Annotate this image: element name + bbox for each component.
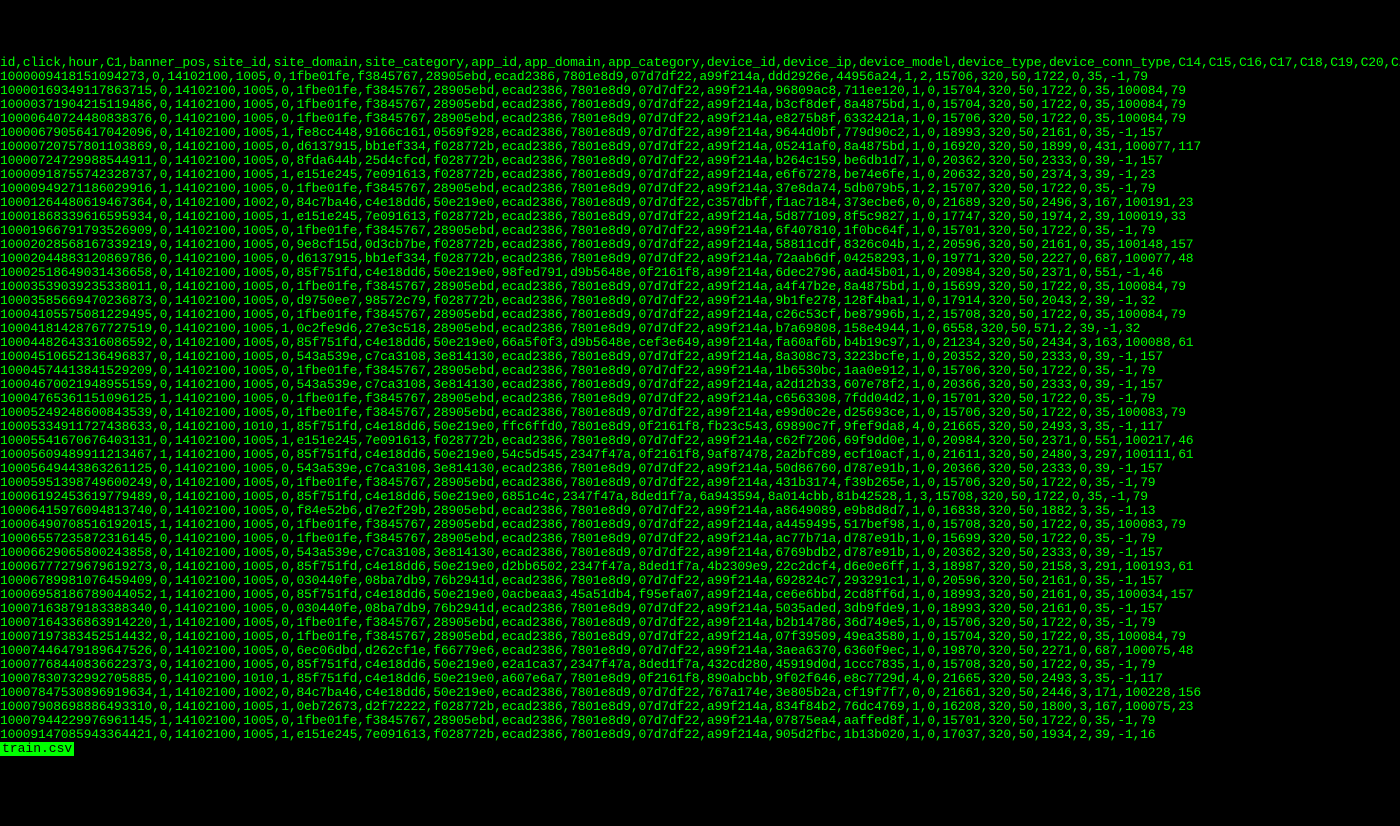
csv-row: 10004181428767727519,0,14102100,1005,1,0… [0, 322, 1400, 336]
csv-row: 10000679056417042096,0,14102100,1005,1,f… [0, 126, 1400, 140]
csv-row: 10002044883120869786,0,14102100,1005,0,d… [0, 252, 1400, 266]
csv-row: 10000640724480838376,0,14102100,1005,0,1… [0, 112, 1400, 126]
csv-row: 10004574413841529209,0,14102100,1005,0,1… [0, 364, 1400, 378]
csv-row: 10007830732992705885,0,14102100,1010,1,8… [0, 672, 1400, 686]
csv-row: 10006557235872316145,0,14102100,1005,0,1… [0, 532, 1400, 546]
csv-row: 10000720757801103869,0,14102100,1005,0,d… [0, 140, 1400, 154]
csv-header: id,click,hour,C1,banner_pos,site_id,site… [0, 56, 1400, 70]
csv-row: 10006415976094813740,0,14102100,1005,0,f… [0, 504, 1400, 518]
pager-status-line[interactable]: train.csv [0, 742, 1400, 756]
csv-row: 1000009418151094273,0,14102100,1005,0,1f… [0, 70, 1400, 84]
csv-row: 10006490708516192015,1,14102100,1005,0,1… [0, 518, 1400, 532]
csv-row: 10000949271186029916,1,14102100,1005,0,1… [0, 182, 1400, 196]
csv-row: 10007908698886493310,0,14102100,1005,1,0… [0, 700, 1400, 714]
csv-row: 10007768440836622373,0,14102100,1005,0,8… [0, 658, 1400, 672]
csv-row: 10007164336863914220,1,14102100,1005,0,1… [0, 616, 1400, 630]
csv-row: 10005609489911213467,1,14102100,1005,0,8… [0, 448, 1400, 462]
csv-row: 10007944229976961145,1,14102100,1005,0,1… [0, 714, 1400, 728]
csv-row: 10006192453619779489,0,14102100,1005,0,8… [0, 490, 1400, 504]
csv-row: 10004765361151096125,1,14102100,1005,0,1… [0, 392, 1400, 406]
csv-row: 10007446479189647526,0,14102100,1005,0,6… [0, 644, 1400, 658]
csv-row: 10005649443863261125,0,14102100,1005,0,5… [0, 462, 1400, 476]
csv-row: 10007847530896919634,1,14102100,1002,0,8… [0, 686, 1400, 700]
csv-row: 10002028568167339219,0,14102100,1005,0,9… [0, 238, 1400, 252]
csv-row: 10002518649031436658,0,14102100,1005,0,8… [0, 266, 1400, 280]
csv-row: 10005249248600843539,0,14102100,1005,0,1… [0, 406, 1400, 420]
csv-row: 10001966791793526909,0,14102100,1005,0,1… [0, 224, 1400, 238]
csv-row: 10007163879183388340,0,14102100,1005,0,0… [0, 602, 1400, 616]
csv-row: 10005951398749600249,0,14102100,1005,0,1… [0, 476, 1400, 490]
csv-row: 10004670021948955159,0,14102100,1005,0,5… [0, 378, 1400, 392]
csv-row: 10004105575081229495,0,14102100,1005,0,1… [0, 308, 1400, 322]
terminal-output: id,click,hour,C1,banner_pos,site_id,site… [0, 56, 1400, 756]
csv-row: 10001264480619467364,0,14102100,1002,0,8… [0, 196, 1400, 210]
csv-row: 10009147085943364421,0,14102100,1005,1,e… [0, 728, 1400, 742]
csv-row: 10000169349117863715,0,14102100,1005,0,1… [0, 84, 1400, 98]
csv-row: 10006789981076459409,0,14102100,1005,0,0… [0, 574, 1400, 588]
csv-row: 10003585669470236873,0,14102100,1005,0,d… [0, 294, 1400, 308]
csv-row: 10006958186789044052,1,14102100,1005,0,8… [0, 588, 1400, 602]
csv-row: 10001868339616595934,0,14102100,1005,1,e… [0, 210, 1400, 224]
csv-row: 10004482643316086592,0,14102100,1005,0,8… [0, 336, 1400, 350]
csv-row: 10005334911727438633,0,14102100,1010,1,8… [0, 420, 1400, 434]
csv-row: 10007197383452514432,0,14102100,1005,0,1… [0, 630, 1400, 644]
csv-row: 10000918755742328737,0,14102100,1005,1,e… [0, 168, 1400, 182]
csv-row: 10005541670676403131,0,14102100,1005,1,e… [0, 434, 1400, 448]
csv-row: 10006629065800243858,0,14102100,1005,0,5… [0, 546, 1400, 560]
filename-label: train.csv [0, 742, 74, 756]
csv-row: 10003539039235338011,0,14102100,1005,0,1… [0, 280, 1400, 294]
csv-row: 10000371904215119486,0,14102100,1005,0,1… [0, 98, 1400, 112]
csv-row: 10004510652136496837,0,14102100,1005,0,5… [0, 350, 1400, 364]
csv-row: 10000724729988544911,0,14102100,1005,0,8… [0, 154, 1400, 168]
csv-row: 10006777279679619273,0,14102100,1005,0,8… [0, 560, 1400, 574]
